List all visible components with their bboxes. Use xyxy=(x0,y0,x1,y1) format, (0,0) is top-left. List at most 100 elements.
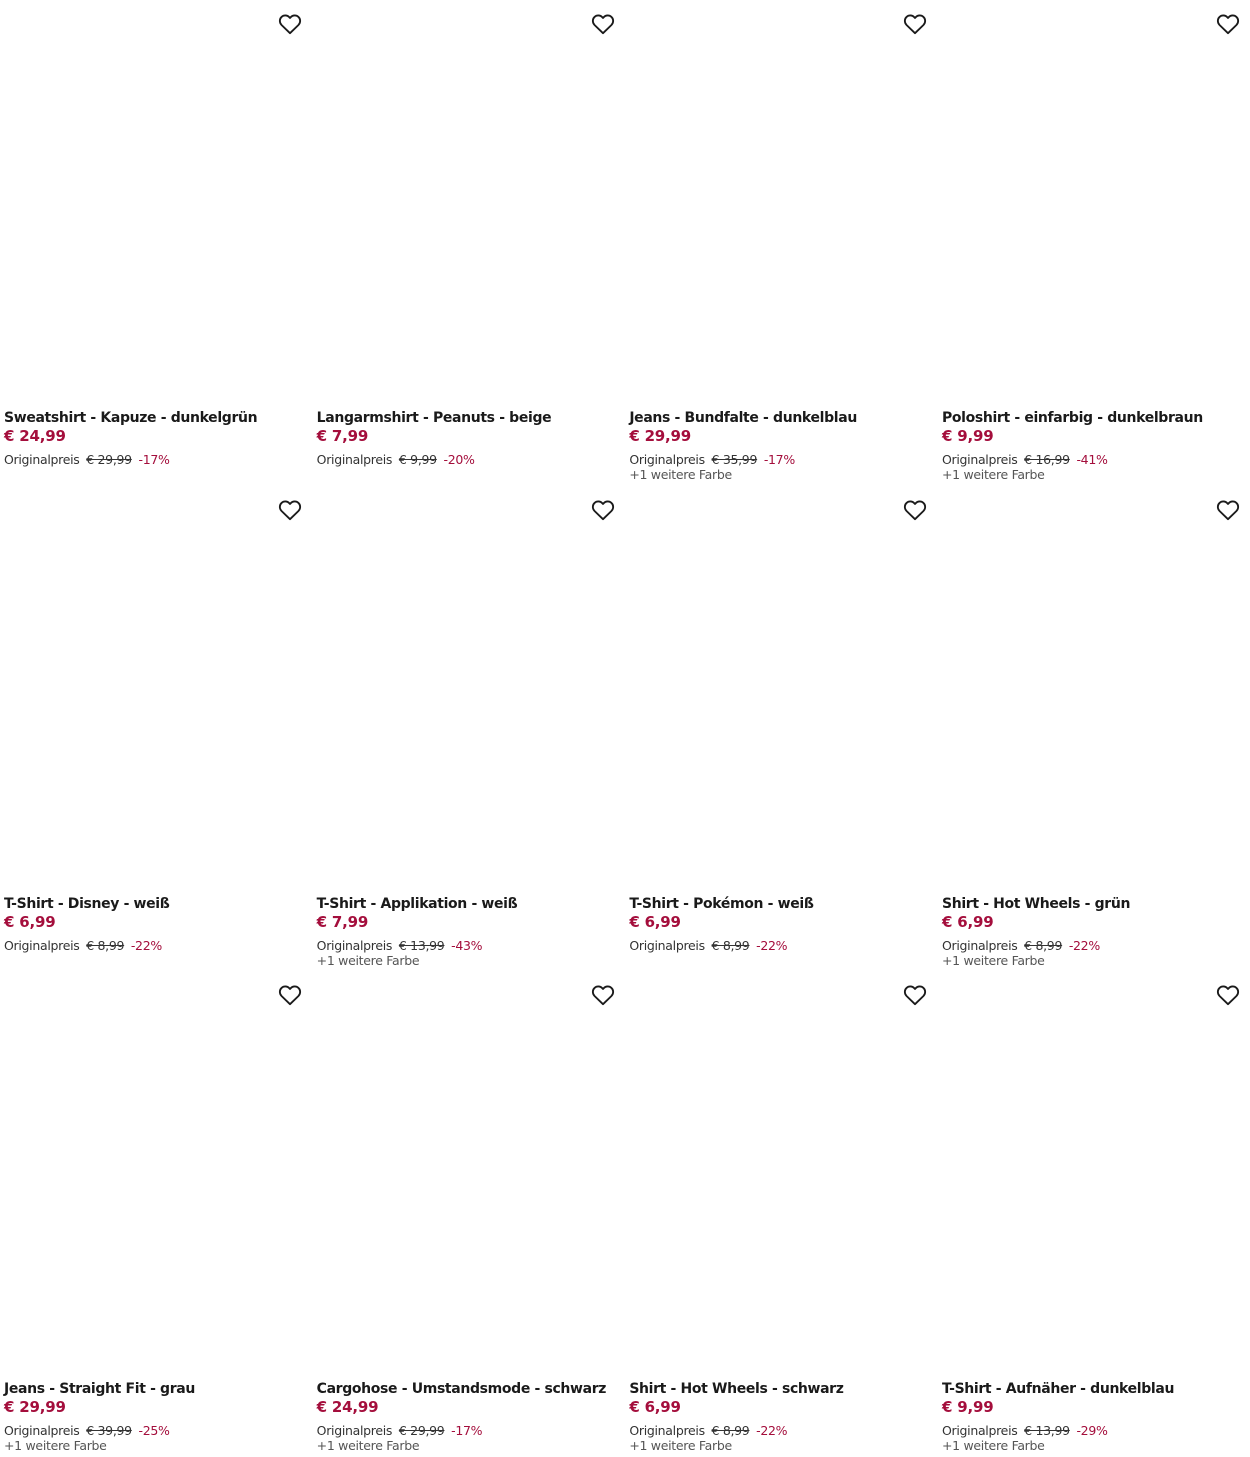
product-image[interactable] xyxy=(4,971,304,1371)
product-name[interactable]: T-Shirt - Disney - weiß xyxy=(4,894,304,914)
product-image[interactable] xyxy=(4,485,304,886)
favorite-button[interactable] xyxy=(1215,497,1241,523)
product-name[interactable]: Jeans - Straight Fit - grau xyxy=(4,1379,304,1399)
product-price: € 6,99 xyxy=(629,1398,681,1416)
product-name[interactable]: Cargohose - Umstandsmode - schwarz xyxy=(317,1379,617,1399)
product-info: Cargohose - Umstandsmode - schwarz € 24,… xyxy=(317,1379,617,1454)
original-price-line: Originalpreis € 13,99 -43% xyxy=(317,938,617,953)
heart-outline-icon xyxy=(278,14,302,35)
favorite-button[interactable] xyxy=(277,11,303,37)
product-info: T-Shirt - Disney - weiß € 6,99 Originalp… xyxy=(4,894,304,953)
more-colors-link[interactable]: +1 weitere Farbe xyxy=(317,953,617,969)
original-price: € 8,99 xyxy=(711,937,750,953)
product-image[interactable] xyxy=(941,971,1242,1371)
original-price: € 39,99 xyxy=(86,1423,132,1438)
heart-outline-icon xyxy=(1216,985,1240,1006)
product-card[interactable]: Jeans - Straight Fit - grau € 29,99 Orig… xyxy=(4,971,304,1457)
discount-badge: -41% xyxy=(1076,452,1108,467)
original-price: € 29,99 xyxy=(398,1423,445,1438)
more-colors-link[interactable]: +1 weitere Farbe xyxy=(942,467,1242,483)
product-image[interactable] xyxy=(629,971,930,1371)
product-name[interactable]: Poloshirt - einfarbig - dunkelbraun xyxy=(942,408,1242,428)
discount-badge: -20% xyxy=(443,452,475,467)
favorite-button[interactable] xyxy=(1215,11,1241,37)
original-price-line: Originalpreis € 29,99 -17% xyxy=(317,1423,617,1438)
original-price: € 9,99 xyxy=(398,452,437,467)
original-price: € 8,99 xyxy=(1024,937,1063,953)
product-image[interactable] xyxy=(316,971,617,1371)
discount-badge: -17% xyxy=(138,452,170,467)
original-price-label: Originalpreis xyxy=(316,1423,393,1438)
original-price-line: Originalpreis € 13,99 -29% xyxy=(942,1423,1242,1438)
original-price-line: Originalpreis € 8,99 -22% xyxy=(629,1423,929,1438)
favorite-button[interactable] xyxy=(902,497,928,523)
original-price-label: Originalpreis xyxy=(629,452,705,467)
heart-outline-icon xyxy=(278,985,302,1006)
product-info: Shirt - Hot Wheels - grün € 6,99 Origina… xyxy=(942,894,1242,969)
product-info: T-Shirt - Pokémon - weiß € 6,99 Original… xyxy=(629,894,929,953)
original-price-line: Originalpreis € 9,99 -20% xyxy=(317,452,617,467)
favorite-button[interactable] xyxy=(277,982,303,1008)
more-colors-link[interactable]: +1 weitere Farbe xyxy=(629,467,929,483)
original-price-label: Originalpreis xyxy=(4,452,80,467)
more-colors-link[interactable]: +1 weitere Farbe xyxy=(942,953,1242,969)
product-card[interactable]: T-Shirt - Applikation - weiß € 7,99 Orig… xyxy=(316,485,617,972)
original-price: € 16,99 xyxy=(1024,452,1070,467)
product-name[interactable]: T-Shirt - Aufnäher - dunkelblau xyxy=(942,1379,1242,1399)
original-price: € 8,99 xyxy=(86,937,125,953)
original-price-label: Originalpreis xyxy=(4,937,80,953)
original-price-label: Originalpreis xyxy=(941,1423,1018,1438)
original-price-line: Originalpreis € 16,99 -41% xyxy=(942,452,1242,467)
product-card[interactable]: Shirt - Hot Wheels - grün € 6,99 Origina… xyxy=(941,485,1242,972)
product-card[interactable]: Shirt - Hot Wheels - schwarz € 6,99 Orig… xyxy=(629,971,930,1457)
product-image[interactable] xyxy=(941,0,1242,400)
product-name[interactable]: Shirt - Hot Wheels - schwarz xyxy=(629,1379,929,1399)
product-card[interactable]: Cargohose - Umstandsmode - schwarz € 24,… xyxy=(316,971,617,1457)
product-name[interactable]: T-Shirt - Applikation - weiß xyxy=(317,894,617,914)
original-price-line: Originalpreis € 29,99 -17% xyxy=(4,452,304,467)
heart-outline-icon xyxy=(1216,14,1240,35)
product-image[interactable] xyxy=(316,485,617,886)
discount-badge: -17% xyxy=(763,452,795,467)
product-info: Langarmshirt - Peanuts - beige € 7,99 Or… xyxy=(317,408,617,467)
original-price-label: Originalpreis xyxy=(316,452,393,467)
product-price: € 9,99 xyxy=(941,427,994,445)
product-image[interactable] xyxy=(629,0,930,400)
product-image[interactable] xyxy=(316,0,617,400)
product-card[interactable]: Jeans - Bundfalte - dunkelblau € 29,99 O… xyxy=(629,0,930,486)
product-card[interactable]: Sweatshirt - Kapuze - dunkelgrün € 24,99… xyxy=(4,0,304,486)
original-price-label: Originalpreis xyxy=(4,1423,80,1438)
original-price-label: Originalpreis xyxy=(629,937,705,953)
favorite-button[interactable] xyxy=(902,982,928,1008)
favorite-button[interactable] xyxy=(590,982,616,1008)
favorite-button[interactable] xyxy=(1215,982,1241,1008)
product-image[interactable] xyxy=(629,485,930,886)
original-price-line: Originalpreis € 8,99 -22% xyxy=(4,938,304,953)
product-image[interactable] xyxy=(4,0,304,400)
favorite-button[interactable] xyxy=(590,497,616,523)
product-name[interactable]: Shirt - Hot Wheels - grün xyxy=(942,894,1242,914)
product-card[interactable]: T-Shirt - Disney - weiß € 6,99 Originalp… xyxy=(4,485,304,972)
product-image[interactable] xyxy=(941,485,1242,886)
favorite-button[interactable] xyxy=(590,11,616,37)
favorite-button[interactable] xyxy=(902,11,928,37)
original-price: € 35,99 xyxy=(711,452,758,467)
heart-outline-icon xyxy=(278,500,302,520)
product-card[interactable]: Poloshirt - einfarbig - dunkelbraun € 9,… xyxy=(941,0,1242,486)
discount-badge: -22% xyxy=(756,1423,788,1438)
product-grid: Sweatshirt - Kapuze - dunkelgrün € 24,99… xyxy=(0,0,1250,1457)
product-info: T-Shirt - Applikation - weiß € 7,99 Orig… xyxy=(317,894,617,969)
product-name[interactable]: Jeans - Bundfalte - dunkelblau xyxy=(629,408,929,428)
original-price-line: Originalpreis € 8,99 -22% xyxy=(942,938,1242,953)
product-name[interactable]: Sweatshirt - Kapuze - dunkelgrün xyxy=(4,408,304,428)
favorite-button[interactable] xyxy=(277,497,303,523)
product-card[interactable]: T-Shirt - Pokémon - weiß € 6,99 Original… xyxy=(629,485,930,972)
original-price-label: Originalpreis xyxy=(941,937,1018,953)
product-info: Jeans - Bundfalte - dunkelblau € 29,99 O… xyxy=(629,408,929,483)
heart-outline-icon xyxy=(904,500,927,520)
product-name[interactable]: T-Shirt - Pokémon - weiß xyxy=(629,894,929,914)
product-name[interactable]: Langarmshirt - Peanuts - beige xyxy=(317,408,617,428)
product-card[interactable]: T-Shirt - Aufnäher - dunkelblau € 9,99 O… xyxy=(941,971,1242,1457)
original-price: € 8,99 xyxy=(711,1423,750,1438)
product-card[interactable]: Langarmshirt - Peanuts - beige € 7,99 Or… xyxy=(316,0,617,486)
